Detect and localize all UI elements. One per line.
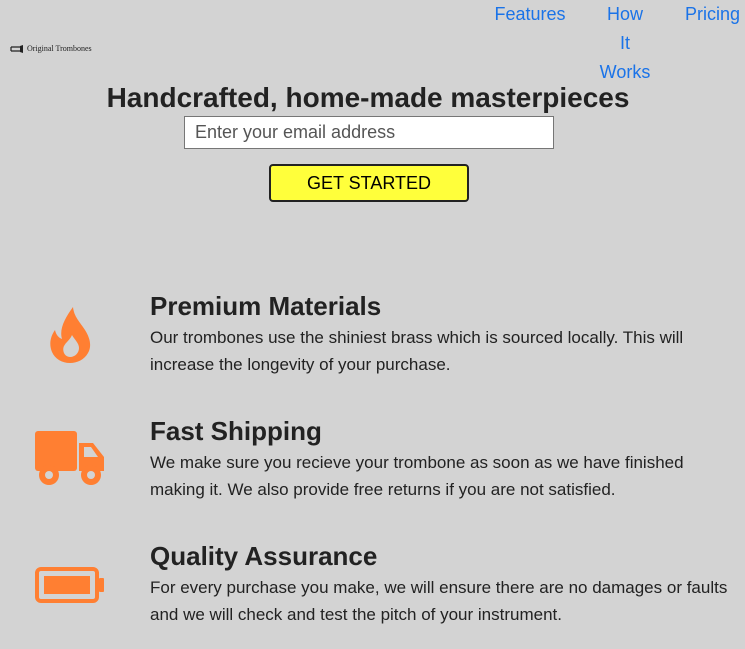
feature-description: We make sure you recieve your trombone a… (150, 453, 684, 499)
landing-page: Original Trombones Features How It Works… (0, 0, 745, 649)
feature-title: Quality Assurance (150, 541, 378, 571)
feature-description: Our trombones use the shiniest brass whi… (150, 328, 684, 374)
nav-link-how-it-works-line: Works (599, 62, 651, 82)
nav-link-how-it-works-line: How (606, 4, 643, 24)
hero-title: Handcrafted, home-made masterpieces (106, 82, 630, 113)
nav-link-how-it-works-line: It (619, 33, 630, 53)
feature-title: Premium Materials (150, 291, 382, 321)
brand-name: Original Trombones (27, 44, 92, 53)
fire-icon (46, 307, 94, 363)
nav-link-how-it-works[interactable]: How It Works (592, 0, 658, 87)
email-input[interactable] (184, 116, 554, 149)
feature-title: Fast Shipping (150, 416, 322, 446)
feature-description: For every purchase you make, we will ens… (150, 578, 728, 624)
nav-link-pricing[interactable]: Pricing (680, 0, 745, 29)
top-nav: Features How It Works Pricing (470, 0, 745, 90)
brand-logo[interactable]: Original Trombones (10, 44, 92, 53)
truck-icon (34, 430, 106, 488)
nav-link-features[interactable]: Features (490, 0, 570, 29)
trombone-logo-icon (10, 44, 23, 53)
battery-icon (34, 565, 106, 605)
get-started-button[interactable]: GET STARTED (269, 164, 469, 202)
